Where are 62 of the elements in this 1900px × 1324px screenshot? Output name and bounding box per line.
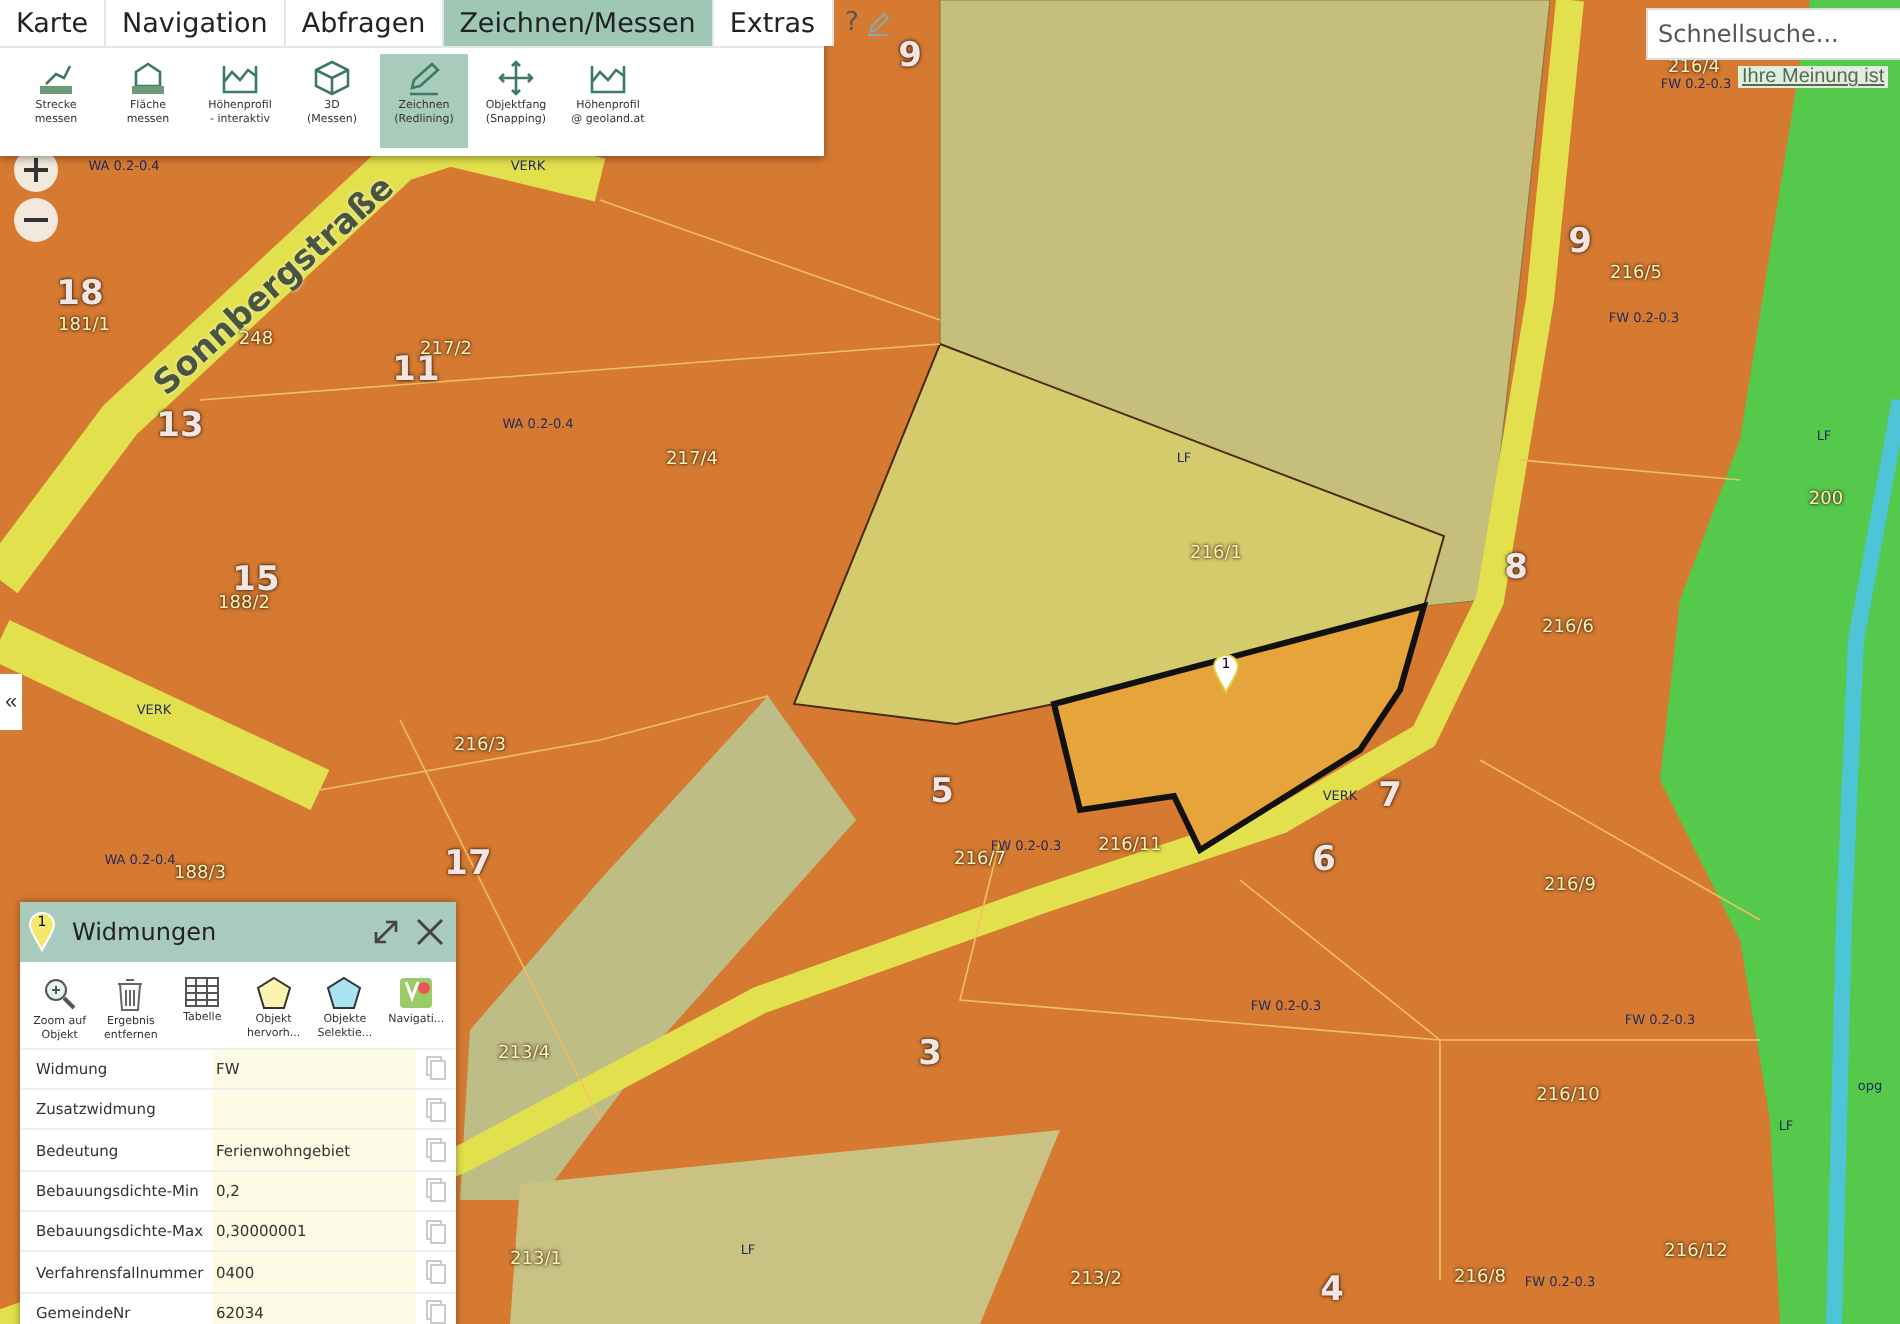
parcel-number: 216/7	[954, 850, 1006, 870]
navigation-icon	[398, 975, 435, 1010]
parcel-number: 216/3	[454, 736, 506, 756]
menu-tab[interactable]: Zeichnen/Messen	[443, 0, 714, 46]
house-number: 4	[1320, 1270, 1344, 1310]
copy-icon[interactable]	[426, 1178, 446, 1203]
parcel-number: 216/4	[1668, 58, 1720, 78]
menu-tab[interactable]: Extras	[713, 0, 833, 46]
copy-icon[interactable]	[426, 1219, 446, 1244]
pentagon-icon	[326, 975, 363, 1010]
feedback-link[interactable]: Ihre Meinung ist	[1738, 66, 1889, 88]
menu-tab[interactable]: Karte	[0, 0, 107, 46]
cube-icon	[312, 60, 352, 96]
parcel-number: 216/12	[1664, 1242, 1728, 1262]
parcel-number: 216/11	[1098, 836, 1162, 856]
parcel-number: 188/3	[174, 864, 226, 884]
measure-area-icon	[128, 60, 168, 96]
parcel-number: 216/6	[1542, 618, 1594, 638]
copy-icon[interactable]	[426, 1056, 446, 1081]
parcel-number: 217/4	[666, 450, 718, 470]
trash-icon	[114, 975, 147, 1012]
table-icon	[184, 975, 221, 1008]
search-field[interactable]: Schnellsuche...	[1646, 8, 1900, 60]
house-number: 9	[1568, 222, 1592, 262]
zoom-in-icon	[41, 975, 78, 1012]
pentagon-icon	[255, 975, 292, 1010]
menu-tab[interactable]: Navigation	[106, 0, 286, 46]
menu-tab[interactable]: Abfragen	[285, 0, 444, 46]
panel-title: Widmungen	[72, 917, 219, 946]
copy-icon[interactable]	[426, 1300, 446, 1324]
map-marker-icon	[28, 911, 56, 952]
parcel-number: 213/4	[498, 1044, 550, 1064]
collapse-button[interactable]: «	[0, 674, 22, 730]
house-number: 7	[1378, 776, 1402, 816]
parcel-number: 181/1	[58, 316, 110, 336]
parcel-number: 200	[1808, 490, 1844, 510]
elevation-profile-icon	[588, 60, 628, 96]
parcel-number: 213/2	[1070, 1270, 1122, 1290]
plus-icon	[24, 158, 48, 182]
parcel-number: 216/10	[1536, 1086, 1600, 1106]
pencil-icon	[404, 60, 444, 96]
measure-line-icon	[36, 60, 76, 96]
house-number: 18	[56, 274, 104, 314]
copy-icon[interactable]	[426, 1260, 446, 1285]
move-arrows-icon	[496, 60, 536, 96]
parcel-number: 216/9	[1544, 876, 1596, 896]
house-number: 5	[930, 772, 954, 812]
pencil-icon[interactable]	[866, 11, 891, 35]
parcel-number: 216/5	[1610, 264, 1662, 284]
close-icon[interactable]	[416, 917, 444, 946]
house-number: 3	[918, 1034, 942, 1074]
parcel-number: 216/8	[1454, 1268, 1506, 1288]
house-number: 17	[444, 844, 492, 884]
parcel-number: 216/1	[1190, 544, 1242, 564]
map-marker-icon	[1212, 654, 1240, 694]
expand-icon[interactable]	[372, 917, 400, 946]
house-number: 13	[156, 406, 204, 446]
copy-icon[interactable]	[426, 1097, 446, 1122]
house-number: 9	[898, 36, 922, 76]
elevation-profile-icon	[220, 60, 260, 96]
house-number: 6	[1312, 840, 1336, 880]
copy-icon[interactable]	[426, 1138, 446, 1163]
